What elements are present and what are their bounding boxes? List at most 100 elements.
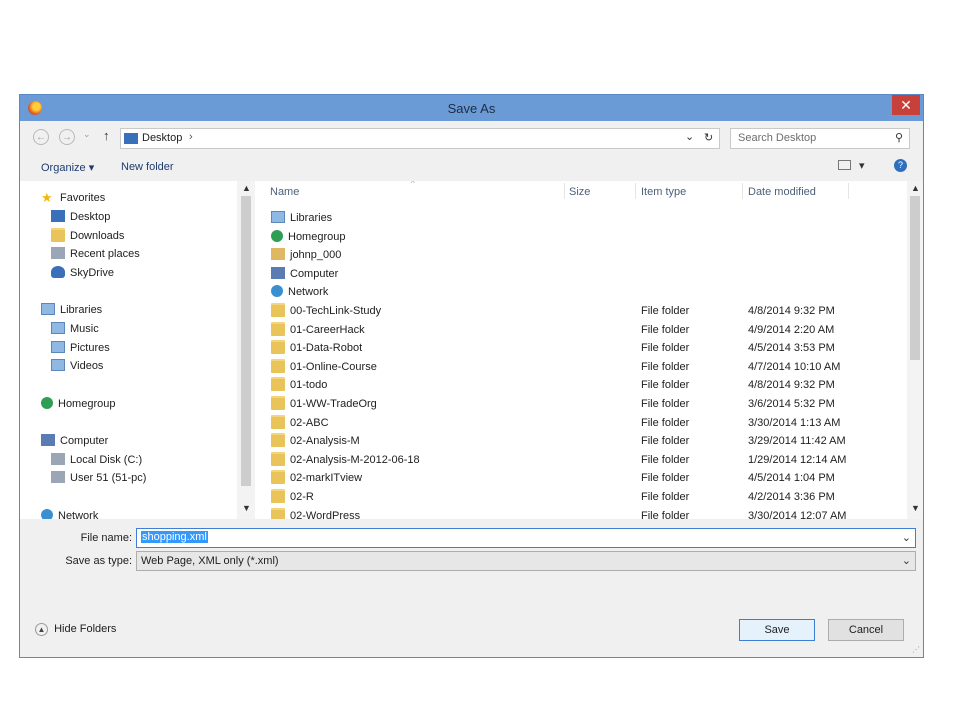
refresh-button[interactable]: ↻: [704, 131, 713, 144]
address-dropdown-button[interactable]: ⌄: [685, 130, 694, 143]
file-name: 02-Analysis-M-2012-06-18: [290, 453, 420, 466]
list-item-name: 01-todo: [271, 376, 327, 395]
tree-item[interactable]: Homegroup: [41, 395, 115, 413]
file-type: File folder: [641, 491, 690, 503]
back-button[interactable]: ←: [33, 129, 49, 145]
chevron-down-icon[interactable]: ⌄: [902, 531, 911, 544]
close-button[interactable]: ✕: [892, 95, 920, 115]
chevron-up-icon: ▲: [35, 622, 48, 636]
save-button[interactable]: Save: [739, 619, 815, 641]
file-row[interactable]: 02-WordPress File folder 3/30/2014 12:07 A…: [259, 507, 907, 519]
folder-icon: [271, 396, 285, 411]
filename-label: File name:: [80, 532, 132, 544]
navigation-pane-scrollbar[interactable]: ▲ ▼: [237, 181, 255, 519]
downloads-icon: [51, 228, 65, 243]
filename-field[interactable]: shopping.xml ⌄: [136, 528, 916, 548]
recent-locations-button[interactable]: ⌄: [83, 129, 91, 140]
file-row[interactable]: 01-WW-TradeOrg File folder 3/6/2014 5:32 P…: [259, 395, 907, 414]
toolbar: Organize ▾ New folder ▾ ?: [20, 153, 923, 181]
chevron-down-icon[interactable]: ⌄: [902, 554, 911, 567]
save-form: File name: shopping.xml ⌄ Save as type: …: [20, 519, 923, 657]
tree-item-label: Network: [58, 510, 99, 519]
file-date: 3/30/2014 1:13 AM: [748, 416, 841, 429]
tree-item[interactable]: Computer: [41, 432, 108, 450]
file-name: 02-R: [290, 491, 314, 503]
file-row[interactable]: 00-TechLink-Study File folder 4/8/2014 9:3…: [259, 302, 907, 321]
column-header-type[interactable]: Item type: [641, 181, 686, 203]
filename-input[interactable]: shopping.xml: [141, 531, 208, 543]
breadcrumb-desktop[interactable]: Desktop: [142, 132, 182, 144]
file-row[interactable]: 02-ABC File folder 3/30/2014 1:13 AM: [259, 414, 907, 433]
file-row[interactable]: johnp_000: [259, 246, 907, 265]
tree-item[interactable]: SkyDrive: [51, 264, 114, 282]
column-header-name[interactable]: Name: [270, 181, 299, 203]
tree-item-label: Music: [70, 323, 99, 335]
scroll-down-icon[interactable]: ▼: [242, 503, 251, 513]
hide-folders-button[interactable]: ▲ Hide Folders: [35, 620, 116, 638]
file-row[interactable]: 02-R File folder 4/2/2014 3:36 PM: [259, 488, 907, 507]
list-item-name: Libraries: [271, 209, 332, 228]
star-icon: ★: [41, 190, 53, 206]
savetype-select[interactable]: Web Page, XML only (*.xml) ⌄: [136, 551, 916, 571]
breadcrumb-arrow-icon[interactable]: ›: [189, 131, 193, 143]
file-row[interactable]: Network: [259, 283, 907, 302]
save-as-dialog: Save As ✕ ← → ⌄ ↑ Desktop › ⌄ ↻ Search D…: [19, 94, 924, 658]
file-row[interactable]: Homegroup: [259, 228, 907, 247]
desktop-icon: [124, 133, 138, 144]
scroll-up-icon[interactable]: ▲: [242, 183, 251, 193]
address-bar[interactable]: Desktop › ⌄ ↻: [120, 128, 720, 149]
file-date: 4/9/2014 2:20 AM: [748, 323, 835, 336]
computer-icon: [41, 434, 55, 447]
column-divider: [742, 183, 743, 199]
file-row[interactable]: 01-todo File folder 4/8/2014 9:32 PM: [259, 376, 907, 395]
new-folder-button[interactable]: New folder: [121, 161, 174, 173]
tree-item[interactable]: ★ Favorites: [41, 189, 105, 207]
file-row[interactable]: 01-Data-Robot File folder 4/5/2014 3:53 PM: [259, 339, 907, 358]
folder-icon: [271, 358, 285, 373]
file-row[interactable]: Computer: [259, 265, 907, 284]
file-row[interactable]: 02-Analysis-M File folder 3/29/2014 11:42 …: [259, 432, 907, 451]
file-row[interactable]: 02-markITview File folder 4/5/2014 1:04 PM: [259, 469, 907, 488]
file-row[interactable]: 02-Analysis-M-2012-06-18 File folder 1/29/…: [259, 451, 907, 470]
file-row[interactable]: 01-CareerHack File folder 4/9/2014 2:20 AM: [259, 321, 907, 340]
organize-button[interactable]: Organize ▾: [41, 161, 94, 174]
help-icon[interactable]: ?: [894, 159, 907, 172]
tree-item[interactable]: Desktop: [51, 208, 110, 226]
tree-item-label: SkyDrive: [70, 267, 115, 279]
scroll-down-icon[interactable]: ▼: [911, 503, 920, 513]
list-item-name: Network: [271, 283, 328, 302]
tree-item[interactable]: Libraries: [41, 301, 102, 319]
forward-button[interactable]: →: [59, 129, 75, 145]
scrollbar-thumb[interactable]: [241, 196, 251, 486]
scroll-up-icon[interactable]: ▲: [911, 183, 920, 193]
search-box[interactable]: Search Desktop ⚲: [730, 128, 910, 149]
file-name: Network: [288, 286, 329, 299]
tree-item[interactable]: Music: [51, 320, 99, 338]
file-row[interactable]: Libraries: [259, 209, 907, 228]
tree-item[interactable]: Recent places: [51, 245, 140, 263]
column-header-date[interactable]: Date modified: [748, 181, 816, 203]
view-dropdown-button[interactable]: ▾: [859, 159, 865, 172]
cancel-button[interactable]: Cancel: [828, 619, 904, 641]
up-button[interactable]: ↑: [103, 128, 110, 143]
tree-item[interactable]: Pictures: [51, 339, 110, 357]
file-row[interactable]: 01-Online-Course File folder 4/7/2014 10:1…: [259, 358, 907, 377]
file-list-scrollbar[interactable]: ▲ ▼: [907, 181, 923, 519]
scrollbar-thumb[interactable]: [910, 196, 920, 360]
tree-item[interactable]: Downloads: [51, 227, 124, 245]
search-input[interactable]: Search Desktop: [738, 132, 816, 144]
file-name: Homegroup: [288, 230, 346, 243]
tree-item[interactable]: Videos: [51, 357, 103, 375]
folder-icon: [271, 414, 285, 429]
libraries-icon: [271, 211, 285, 224]
tree-item[interactable]: Local Disk (C:): [51, 451, 142, 469]
folder-icon: [271, 507, 285, 519]
resize-grip-icon[interactable]: ⋰: [912, 645, 920, 654]
file-date: 4/5/2014 1:04 PM: [748, 472, 835, 485]
list-item-name: 02-WordPress: [271, 507, 360, 519]
tree-item-label: Desktop: [70, 211, 111, 223]
tree-item[interactable]: User 51 (51-pc): [51, 469, 146, 487]
column-header-size[interactable]: Size: [569, 181, 590, 203]
view-options-icon[interactable]: [838, 160, 851, 170]
tree-item[interactable]: Network: [41, 507, 98, 519]
